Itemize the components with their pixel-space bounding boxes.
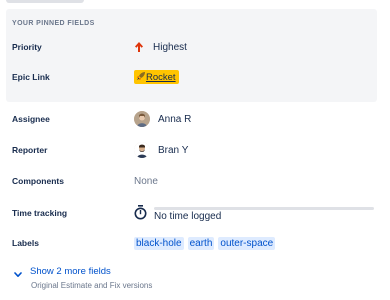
label-tag[interactable]: black-hole bbox=[134, 236, 184, 250]
time-tracking-value[interactable]: No time logged bbox=[134, 204, 374, 222]
assignee-name: Anna R bbox=[158, 113, 192, 125]
time-tracking-text: No time logged bbox=[154, 210, 222, 222]
avatar bbox=[134, 111, 150, 127]
top-tab-edge bbox=[6, 0, 84, 3]
priority-label: Priority bbox=[12, 42, 42, 52]
time-tracking-bar bbox=[154, 206, 374, 210]
show-more-label: Show 2 more fields bbox=[30, 266, 111, 277]
priority-text: Highest bbox=[153, 41, 187, 53]
reporter-label: Reporter bbox=[12, 145, 48, 155]
show-more-fields-button[interactable]: Show 2 more fields bbox=[14, 266, 111, 277]
arrow-up-icon bbox=[134, 41, 144, 53]
components-none: None bbox=[134, 175, 158, 187]
components-label: Components bbox=[12, 176, 64, 186]
stopwatch-icon bbox=[134, 204, 147, 220]
pinned-fields-heading: YOUR PINNED FIELDS bbox=[12, 20, 95, 27]
components-row: Components None bbox=[0, 171, 390, 191]
priority-row: Priority Highest bbox=[0, 37, 390, 57]
labels-label: Labels bbox=[12, 238, 39, 248]
epic-link-label: Epic Link bbox=[12, 72, 50, 82]
epic-lozenge[interactable]: Rocket bbox=[134, 70, 179, 84]
reporter-name: Bran Y bbox=[158, 144, 189, 156]
show-more-subtext: Original Estimate and Fix versions bbox=[31, 281, 153, 290]
epic-link-row: Epic Link Rocket bbox=[0, 67, 390, 87]
reporter-value[interactable]: Bran Y bbox=[134, 142, 188, 158]
avatar bbox=[134, 142, 150, 158]
assignee-value[interactable]: Anna R bbox=[134, 111, 191, 127]
epic-link-text: Rocket bbox=[146, 71, 176, 83]
assignee-row: Assignee Anna R bbox=[0, 109, 390, 129]
label-tag[interactable]: outer-space bbox=[218, 236, 276, 250]
labels-value[interactable]: black-hole earth outer-space bbox=[134, 236, 279, 250]
chevron-down-icon bbox=[14, 269, 22, 277]
labels-row: Labels black-hole earth outer-space bbox=[0, 233, 390, 253]
priority-value[interactable]: Highest bbox=[134, 41, 187, 53]
epic-link-value[interactable]: Rocket bbox=[134, 70, 179, 84]
reporter-row: Reporter Bran Y bbox=[0, 140, 390, 160]
time-tracking-label: Time tracking bbox=[12, 208, 68, 218]
time-tracking-row: Time tracking No time logged bbox=[0, 202, 390, 224]
components-value[interactable]: None bbox=[134, 176, 158, 187]
label-tag[interactable]: earth bbox=[187, 236, 215, 250]
assignee-label: Assignee bbox=[12, 114, 50, 124]
rocket-icon bbox=[136, 71, 146, 83]
